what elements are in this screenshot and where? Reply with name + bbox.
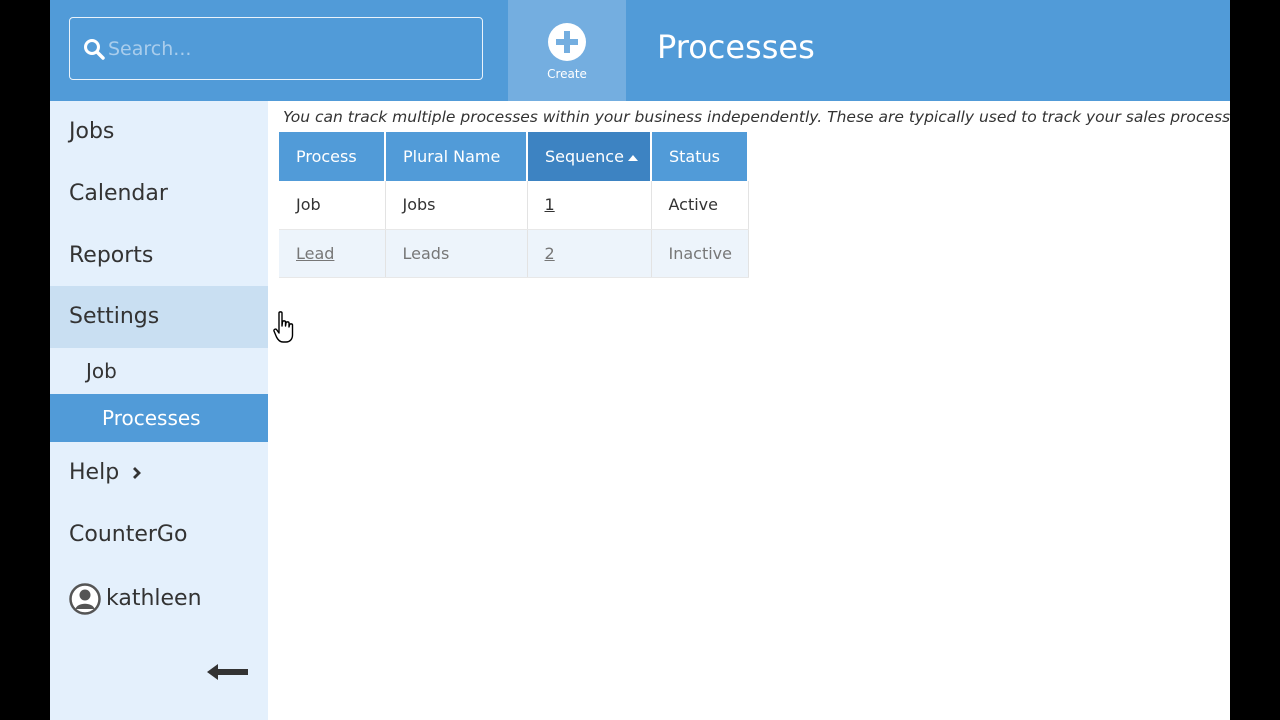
cell-plural-name: Jobs — [385, 181, 528, 230]
search-box[interactable] — [69, 17, 483, 80]
sidebar-item-help[interactable]: Help — [50, 442, 268, 504]
process-link[interactable]: Lead — [296, 244, 334, 263]
cell-sequence: 1 — [527, 181, 652, 230]
page-title: Processes — [657, 28, 815, 66]
hand-cursor-icon — [273, 311, 294, 343]
top-header: Create Processes — [50, 0, 1230, 101]
sidebar-item-label: CounterGo — [69, 522, 188, 547]
app-window: Create Processes Jobs Calendar Reports S… — [50, 0, 1230, 720]
arrow-left-icon[interactable] — [207, 663, 249, 681]
create-label: Create — [547, 67, 587, 81]
sidebar-item-label: Reports — [69, 243, 154, 268]
user-name: kathleen — [106, 586, 202, 611]
sidebar-item-settings[interactable]: Settings — [50, 286, 268, 348]
sequence-link[interactable]: 1 — [545, 195, 555, 214]
table-header-row: Process Plural Name Sequence Status — [279, 132, 749, 181]
sidebar: Jobs Calendar Reports Settings Job Proce… — [50, 101, 268, 720]
cell-process: Lead — [279, 229, 386, 278]
cell-plural-name: Leads — [385, 229, 528, 278]
sequence-link[interactable]: 2 — [545, 244, 555, 263]
column-header-plural-name[interactable]: Plural Name — [385, 132, 528, 181]
search-icon — [84, 39, 105, 60]
cell-sequence: 2 — [527, 229, 652, 278]
sidebar-item-label: Jobs — [69, 119, 115, 144]
column-header-status[interactable]: Status — [651, 132, 749, 181]
table-row[interactable]: Job Jobs 1 Active — [279, 181, 749, 230]
cell-status: Active — [651, 181, 749, 230]
sidebar-subitem-job[interactable]: Job — [50, 348, 268, 394]
sidebar-item-label: Calendar — [69, 181, 168, 206]
sidebar-item-countergo[interactable]: CounterGo — [50, 504, 268, 566]
column-header-sequence[interactable]: Sequence — [527, 132, 652, 181]
column-header-process[interactable]: Process — [279, 132, 386, 181]
chevron-right-icon — [133, 467, 142, 479]
sidebar-item-reports[interactable]: Reports — [50, 225, 268, 286]
sidebar-subitem-label: Processes — [102, 406, 201, 430]
search-input[interactable] — [108, 18, 468, 79]
sidebar-user-menu[interactable]: kathleen — [50, 566, 268, 631]
plus-circle-icon — [548, 23, 586, 61]
sidebar-subitem-processes[interactable]: Processes — [50, 394, 268, 442]
create-button[interactable]: Create — [508, 0, 626, 101]
sort-ascending-icon — [627, 154, 638, 161]
cell-process: Job — [279, 181, 386, 230]
user-circle-icon — [69, 583, 101, 615]
sidebar-item-jobs[interactable]: Jobs — [50, 101, 268, 163]
sidebar-item-calendar[interactable]: Calendar — [50, 163, 268, 225]
sidebar-item-label: Settings — [69, 304, 160, 329]
sidebar-subitem-label: Job — [86, 359, 117, 383]
processes-table: Process Plural Name Sequence Status Job … — [279, 132, 749, 278]
cell-status: Inactive — [651, 229, 749, 278]
sidebar-item-label: Help — [69, 460, 120, 485]
intro-text: You can track multiple processes within … — [283, 108, 1230, 126]
table-row[interactable]: Lead Leads 2 Inactive — [279, 229, 749, 278]
